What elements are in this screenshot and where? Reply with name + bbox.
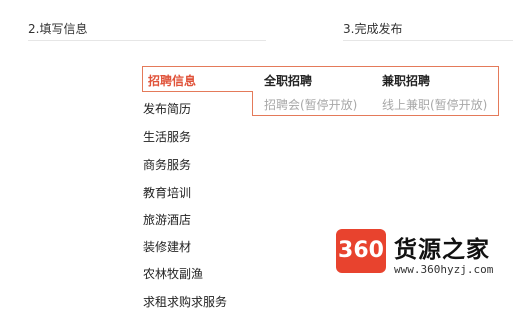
submenu-part-time[interactable]: 兼职招聘 xyxy=(382,72,430,89)
watermark-badge: 360 xyxy=(336,229,386,273)
category-item-life-services[interactable]: 生活服务 xyxy=(143,128,191,145)
recruitment-submenu: 全职招聘 兼职招聘 招聘会(暂停开放) 线上兼职(暂停开放) xyxy=(252,66,499,116)
category-item-business-services[interactable]: 商务服务 xyxy=(143,156,191,173)
watermark-site-name: 货源之家 xyxy=(394,237,490,263)
submenu-online-part-time: 线上兼职(暂停开放) xyxy=(382,98,488,112)
step-publish-complete: 3.完成发布 xyxy=(343,22,403,36)
category-item-decoration[interactable]: 装修建材 xyxy=(143,238,191,255)
step-progress: 2.填写信息 3.完成发布 xyxy=(0,0,530,42)
watermark-url: www.360hyzj.com xyxy=(394,263,494,276)
step-divider xyxy=(28,40,266,41)
submenu-full-time[interactable]: 全职招聘 xyxy=(264,72,312,89)
category-item-post-resume[interactable]: 发布简历 xyxy=(143,100,191,117)
category-item-recruitment[interactable]: 招聘信息 xyxy=(142,66,253,92)
step-divider xyxy=(343,40,513,41)
submenu-job-fair: 招聘会(暂停开放) xyxy=(264,98,358,112)
category-item-agriculture[interactable]: 农林牧副渔 xyxy=(143,265,203,282)
watermark-logo: 360 货源之家 www.360hyzj.com xyxy=(336,226,516,286)
category-item-education[interactable]: 教育培训 xyxy=(143,184,191,201)
step-fill-info: 2.填写信息 xyxy=(28,22,88,36)
category-item-rent-buy-services[interactable]: 求租求购求服务 xyxy=(143,293,227,310)
category-item-travel-hotel[interactable]: 旅游酒店 xyxy=(143,211,191,228)
